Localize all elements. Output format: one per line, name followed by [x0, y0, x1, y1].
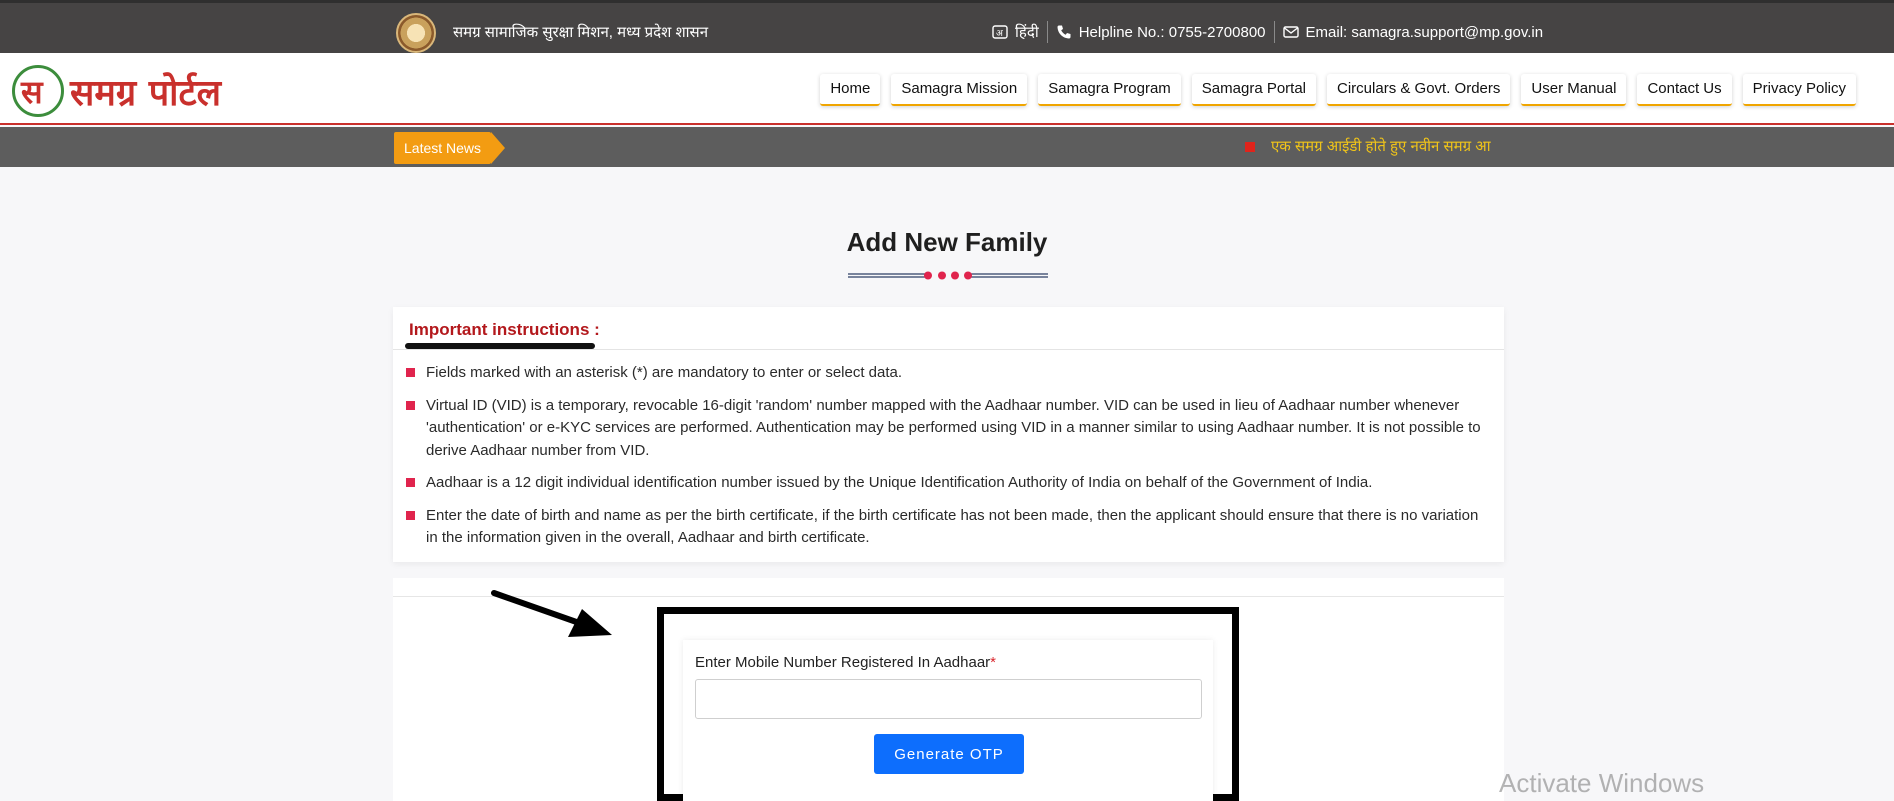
instruction-item: Virtual ID (VID) is a temporary, revocab… — [405, 395, 1490, 463]
nav-samagra-portal[interactable]: Samagra Portal — [1191, 74, 1317, 106]
svg-text:अ: अ — [996, 29, 1004, 39]
news-ticker-text[interactable]: एक समग्र आईडी होते हुए नवीन समग्र आ — [1271, 138, 1491, 155]
mobile-number-label: Enter Mobile Number Registered In Aadhaa… — [695, 654, 996, 671]
top-bar-links: अ हिंदी Helpline No.: 0755-2700800 Email… — [984, 20, 1551, 44]
page-title: Add New Family — [846, 227, 1048, 257]
nav-samagra-mission[interactable]: Samagra Mission — [891, 74, 1028, 106]
top-info-bar: समग्र सामाजिक सुरक्षा मिशन, मध्य प्रदेश … — [0, 0, 1894, 53]
nav-privacy-policy[interactable]: Privacy Policy — [1742, 74, 1856, 106]
mobile-otp-form: Enter Mobile Number Registered In Aadhaa… — [683, 640, 1213, 801]
mp-government-emblem-icon — [396, 13, 436, 53]
support-email[interactable]: Email: samagra.support@mp.gov.in — [1275, 24, 1552, 41]
email-text[interactable]: Email: samagra.support@mp.gov.in — [1306, 24, 1544, 41]
news-ticker[interactable]: एक समग्र आईडी होते हुए नवीन समग्र आ — [1243, 127, 1503, 167]
pointer-arrow-icon — [491, 590, 612, 637]
instructions-heading: Important instructions : — [409, 320, 600, 339]
helpline-text: Helpline No.: 0755-2700800 — [1078, 23, 1266, 41]
instruction-item: Aadhaar is a 12 digit individual identif… — [405, 472, 1490, 495]
portal-logo-text[interactable]: समग्र पोर्टल — [70, 67, 221, 116]
instructions-header: Important instructions : — [393, 307, 1504, 350]
generate-otp-button[interactable]: Generate OTP — [874, 734, 1024, 774]
language-toggle[interactable]: अ हिंदी — [984, 22, 1047, 42]
helpline: Helpline No.: 0755-2700800 — [1048, 24, 1274, 41]
instruction-item: Fields marked with an asterisk (*) are m… — [405, 362, 1490, 385]
heading-underline — [405, 343, 595, 349]
news-bullet-icon — [1245, 142, 1255, 152]
nav-contact-us[interactable]: Contact Us — [1637, 74, 1732, 106]
latest-news-bar: Latest News एक समग्र आईडी होते हुए नवीन … — [0, 127, 1894, 167]
activate-windows-watermark: Activate Windows — [1499, 768, 1705, 798]
org-name: समग्र सामाजिक सुरक्षा मिशन, मध्य प्रदेश … — [453, 24, 709, 41]
nav-home[interactable]: Home — [820, 74, 881, 106]
nav-user-manual[interactable]: User Manual — [1521, 74, 1627, 106]
logo-glyph: स — [21, 73, 43, 111]
envelope-icon — [1282, 26, 1299, 38]
main-nav: Home Samagra Mission Samagra Program Sam… — [820, 74, 1856, 106]
instruction-item: Enter the date of birth and name as per … — [405, 505, 1490, 550]
mobile-number-input[interactable] — [695, 679, 1202, 719]
phone-icon — [1057, 25, 1071, 39]
nav-samagra-program[interactable]: Samagra Program — [1038, 74, 1181, 106]
samagra-logo-icon[interactable]: स — [12, 65, 64, 117]
translate-icon: अ — [992, 25, 1008, 39]
instructions-card: Important instructions : Fields marked w… — [393, 307, 1504, 562]
language-label[interactable]: हिंदी — [1015, 22, 1039, 42]
required-mark: * — [990, 654, 997, 671]
mobile-label-text: Enter Mobile Number Registered In Aadhaa… — [695, 654, 991, 671]
instructions-list: Fields marked with an asterisk (*) are m… — [405, 362, 1490, 560]
latest-news-label: Latest News — [394, 132, 506, 164]
title-divider-ornament — [848, 271, 1048, 280]
site-header: स समग्र पोर्टल Home Samagra Mission Sama… — [0, 53, 1894, 125]
nav-circulars[interactable]: Circulars & Govt. Orders — [1327, 74, 1511, 106]
